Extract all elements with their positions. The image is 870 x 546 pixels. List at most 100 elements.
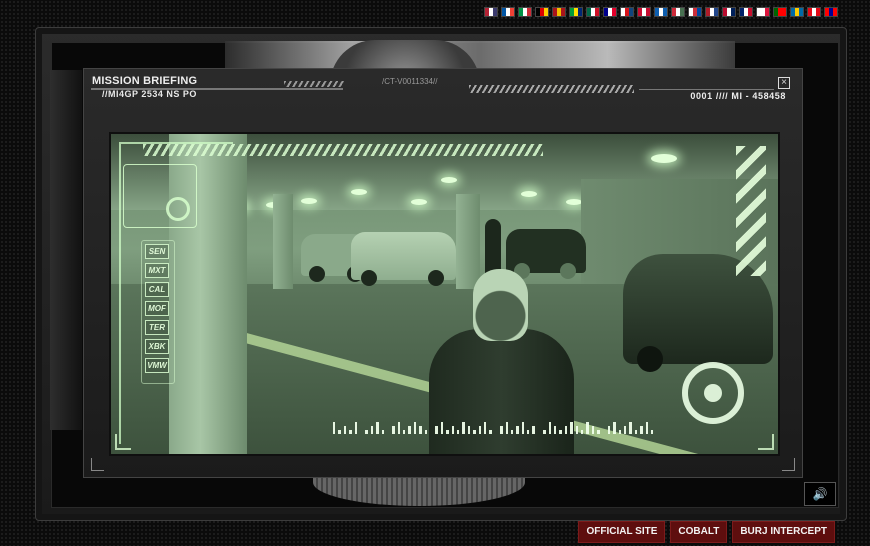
progress-bit bbox=[559, 430, 562, 434]
progress-bit bbox=[516, 426, 519, 434]
background-pillar bbox=[50, 70, 82, 430]
progress-bit bbox=[392, 426, 395, 434]
garage-pillar bbox=[456, 194, 480, 289]
panel-code: /CT-V0011334// bbox=[382, 77, 438, 86]
hungary-flag-icon[interactable] bbox=[671, 7, 685, 17]
spain-flag-icon[interactable] bbox=[552, 7, 566, 17]
mexico-flag-icon[interactable] bbox=[586, 7, 600, 17]
progress-bit bbox=[489, 430, 492, 434]
progress-bit bbox=[467, 426, 471, 434]
progress-bit bbox=[381, 430, 384, 434]
greece-flag-icon[interactable] bbox=[654, 7, 668, 17]
panel-corner-bracket bbox=[91, 458, 104, 471]
cobalt-link[interactable]: COBALT bbox=[670, 521, 728, 543]
ceiling-lamp bbox=[651, 154, 677, 163]
hud-target-box bbox=[123, 164, 197, 228]
footer-links: OFFICIAL SITE COBALT BURJ INTERCEPT bbox=[578, 521, 835, 543]
norway-flag-icon[interactable] bbox=[722, 7, 736, 17]
progress-bit bbox=[451, 426, 454, 434]
portugal-flag-icon[interactable] bbox=[773, 7, 787, 17]
usa-flag-icon[interactable] bbox=[484, 7, 498, 17]
brazil-flag-icon[interactable] bbox=[569, 7, 583, 17]
progress-bit bbox=[591, 426, 595, 434]
progress-bit bbox=[613, 422, 616, 434]
czech-flag-icon[interactable] bbox=[620, 7, 634, 17]
sound-toggle-button[interactable]: 🔊 bbox=[804, 482, 836, 506]
hud-progress-bar bbox=[333, 416, 654, 434]
progress-bit bbox=[376, 422, 379, 434]
hud-code-xbk[interactable]: XBK bbox=[145, 339, 169, 354]
hud-code-mxt[interactable]: MXT bbox=[145, 263, 169, 278]
panel-title: MISSION BRIEFING bbox=[92, 75, 198, 87]
progress-bit bbox=[548, 422, 552, 434]
progress-bit bbox=[651, 430, 654, 434]
close-icon: × bbox=[781, 77, 787, 88]
close-button[interactable]: × bbox=[778, 77, 790, 89]
night-vision-video[interactable]: SEN MXT CAL MOF TER XBK VMW bbox=[109, 132, 780, 456]
hud-code-list: SEN MXT CAL MOF TER XBK VMW bbox=[145, 244, 169, 373]
hooded-person-head bbox=[473, 269, 528, 341]
progress-bit bbox=[554, 426, 557, 434]
progress-bit bbox=[419, 426, 422, 434]
burj-intercept-link[interactable]: BURJ INTERCEPT bbox=[732, 521, 835, 543]
progress-bit bbox=[532, 426, 535, 434]
poland-flag-icon[interactable] bbox=[756, 7, 770, 17]
progress-bit bbox=[505, 422, 508, 434]
hud-code-ter[interactable]: TER bbox=[145, 320, 169, 335]
ceiling-lamp bbox=[411, 199, 427, 205]
official-site-link[interactable]: OFFICIAL SITE bbox=[578, 521, 666, 543]
mission-counter: 0001 //// MI - 458458 bbox=[690, 91, 786, 101]
france-flag-icon[interactable] bbox=[501, 7, 515, 17]
korea-flag-icon[interactable] bbox=[688, 7, 702, 17]
progress-bit bbox=[403, 430, 406, 434]
progress-bit bbox=[338, 430, 341, 434]
progress-bit bbox=[333, 422, 336, 434]
progress-bit bbox=[543, 430, 546, 434]
progress-bit bbox=[640, 426, 643, 434]
progress-bit bbox=[456, 430, 460, 434]
italy-flag-icon[interactable] bbox=[518, 7, 532, 17]
progress-bit bbox=[500, 426, 503, 434]
header-hatch-right bbox=[469, 85, 634, 93]
progress-bit bbox=[408, 426, 411, 434]
ceiling-lamp bbox=[566, 199, 582, 205]
progress-bit bbox=[510, 430, 514, 434]
ceiling-lamp bbox=[441, 177, 457, 183]
panel-corner-bracket bbox=[782, 458, 795, 471]
hud-code-cal[interactable]: CAL bbox=[145, 282, 169, 297]
progress-bit bbox=[370, 426, 374, 434]
germany-flag-icon[interactable] bbox=[535, 7, 549, 17]
progress-bit bbox=[580, 430, 584, 434]
denmark-flag-icon[interactable] bbox=[637, 7, 651, 17]
new-zealand-flag-icon[interactable] bbox=[739, 7, 753, 17]
garage-pillar bbox=[273, 194, 293, 289]
hud-code-vmw[interactable]: VMW bbox=[145, 358, 169, 373]
progress-bit bbox=[424, 430, 428, 434]
hud-code-sen[interactable]: SEN bbox=[145, 244, 169, 259]
header-rule-right bbox=[639, 89, 774, 90]
australia-flag-icon[interactable] bbox=[603, 7, 617, 17]
taiwan-flag-icon[interactable] bbox=[824, 7, 838, 17]
parked-car bbox=[506, 229, 586, 279]
progress-bit bbox=[343, 426, 347, 434]
progress-bit bbox=[365, 430, 368, 434]
progress-bit bbox=[570, 422, 573, 434]
hooded-person-body bbox=[429, 329, 574, 454]
progress-bit bbox=[586, 422, 589, 434]
progress-bit bbox=[483, 422, 487, 434]
turkey-flag-icon[interactable] bbox=[807, 7, 821, 17]
progress-bit bbox=[527, 430, 530, 434]
hud-code-mof[interactable]: MOF bbox=[145, 301, 169, 316]
language-flags bbox=[484, 7, 838, 17]
hud-stripes-top bbox=[143, 144, 543, 156]
netherlands-flag-icon[interactable] bbox=[705, 7, 719, 17]
panel-subtitle: //MI4GP 2534 NS PO bbox=[102, 89, 197, 99]
progress-bit bbox=[440, 422, 444, 434]
progress-bit bbox=[618, 430, 622, 434]
hud-corner-bracket bbox=[115, 434, 131, 450]
sweden-flag-icon[interactable] bbox=[790, 7, 804, 17]
background-pipe bbox=[225, 41, 735, 69]
hud-stripes-right bbox=[736, 146, 766, 276]
progress-bit bbox=[629, 422, 632, 434]
progress-bit bbox=[435, 426, 438, 434]
